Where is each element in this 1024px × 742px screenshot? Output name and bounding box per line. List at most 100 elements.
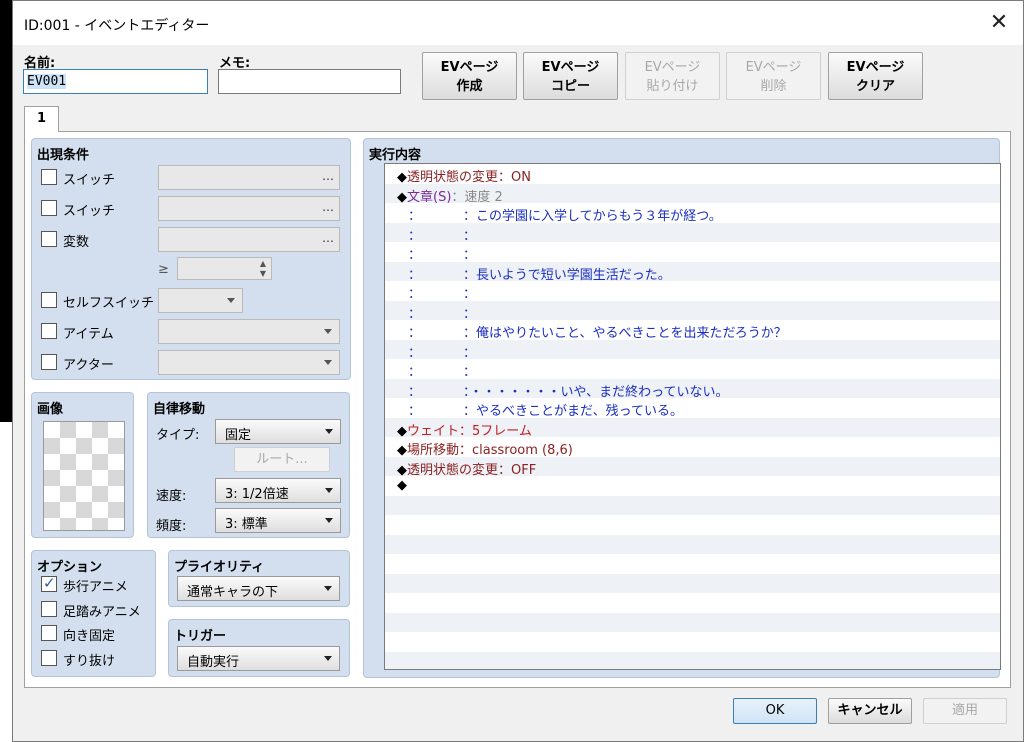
route-button[interactable]: ルート... <box>234 447 330 472</box>
ev-page-button-line1: EVページ <box>541 60 600 75</box>
ev-page-button-line1: EVページ <box>644 60 701 75</box>
through-checkbox[interactable] <box>41 650 57 666</box>
direction-fix-label: 向き固定 <box>63 629 116 644</box>
trigger-select[interactable]: 自動実行 <box>177 646 340 671</box>
type-select[interactable]: 固定 <box>215 419 341 444</box>
tab-page-1[interactable]: 1 <box>24 106 59 132</box>
switch2-picker[interactable]: … <box>158 196 340 221</box>
actor-checkbox[interactable] <box>41 354 57 370</box>
item-checkbox[interactable] <box>41 323 57 339</box>
command-row[interactable]: ： ：・・・・・・・いや、まだ終わっていない。 <box>385 378 1000 400</box>
command-row[interactable]: ：： <box>385 339 1000 361</box>
command-row[interactable]: ：： <box>385 359 1000 380</box>
ev-page-button-line2: 貼り付け <box>646 79 699 94</box>
switch2-label: スイッチ <box>63 204 116 219</box>
compare-symbol: ≥ <box>158 262 169 277</box>
item-select[interactable] <box>158 319 340 344</box>
ev-page-button-line2: コピー <box>550 79 590 94</box>
self-switch-select[interactable] <box>158 288 243 313</box>
trigger-value: 自動実行 <box>187 655 240 670</box>
command-row[interactable] <box>385 515 1000 535</box>
ev-page-button-1[interactable]: EVページ 作成 <box>422 52 517 100</box>
item-label: アイテム <box>63 327 114 342</box>
message-text: ：この学園に入学してからもう３年が経つ。 <box>463 209 722 224</box>
command-text: ◆透明状態の変更：ON <box>397 166 531 185</box>
speed-select[interactable]: 3: 1/2倍速 <box>215 478 341 503</box>
command-row[interactable]: ： ：俺はやりたいこと、やるべきことを出来ただろうか？ <box>385 320 1000 341</box>
variable-value-spinner[interactable]: ▲ ▼ <box>177 257 272 280</box>
frequency-select[interactable]: 3: 標準 <box>215 508 341 533</box>
command-row[interactable]: ：： <box>385 300 1000 322</box>
switch1-checkbox[interactable] <box>41 169 57 185</box>
cancel-button[interactable]: キャンセル <box>828 698 912 724</box>
command-text: ◆ウェイト：5フレーム <box>397 420 532 439</box>
ev-page-button-line2: クリア <box>855 79 895 94</box>
command-row[interactable] <box>385 495 1000 515</box>
name-field[interactable]: EV001 <box>23 69 208 94</box>
message-text: ： <box>463 287 477 302</box>
step-anime-checkbox[interactable] <box>41 601 57 617</box>
close-icon[interactable]: ✕ <box>985 9 1013 37</box>
command-row[interactable]: ◆ <box>385 476 1000 496</box>
spin-up-icon[interactable]: ▲ <box>260 259 266 268</box>
frequency-label: 頻度: <box>156 519 187 534</box>
more-icon: … <box>322 169 334 183</box>
more-icon: … <box>322 200 334 214</box>
ev-page-button-3[interactable]: EVページ貼り付け <box>625 52 720 100</box>
command-row[interactable]: ◆文章(S)：速度 2 <box>385 183 1000 205</box>
command-row[interactable]: ◆場所移動：classroom (8,6) <box>385 437 1000 458</box>
command-row[interactable]: ◆ウェイト：5フレーム <box>385 417 1000 439</box>
command-row[interactable] <box>385 632 1000 652</box>
command-row[interactable] <box>385 554 1000 574</box>
command-row[interactable] <box>385 573 1000 593</box>
command-text: ◆ <box>397 478 407 493</box>
type-label: タイプ: <box>156 428 200 443</box>
direction-fix-checkbox[interactable] <box>41 625 57 641</box>
image-preview[interactable] <box>43 421 125 531</box>
command-row[interactable] <box>385 651 1000 669</box>
variable-picker[interactable]: … <box>158 227 340 252</box>
chevron-down-icon <box>324 360 332 365</box>
command-list[interactable]: ◆透明状態の変更：ON ◆文章(S)：速度 2 ： ：この学園に入学してからもう３年が… <box>384 163 1001 670</box>
ev-page-button-4[interactable]: EVページ 削除 <box>726 52 821 100</box>
command-row[interactable]: ： ：この学園に入学してからもう３年が経つ。 <box>385 203 1000 224</box>
variable-checkbox[interactable] <box>41 231 57 247</box>
actor-select[interactable] <box>158 350 340 375</box>
command-row[interactable]: ：： <box>385 222 1000 244</box>
spin-down-icon[interactable]: ▼ <box>260 269 266 278</box>
command-row[interactable]: ： ：長いようで短い学園生活だった。 <box>385 261 1000 283</box>
contents-title: 実行内容 <box>369 148 422 163</box>
switch1-picker[interactable]: … <box>158 165 340 190</box>
command-row[interactable] <box>385 612 1000 632</box>
switch2-checkbox[interactable] <box>41 200 57 216</box>
ok-button[interactable]: OK <box>733 698 817 724</box>
through-label: すり抜け <box>63 654 116 669</box>
ev-page-button-2[interactable]: EVページコピー <box>523 52 618 100</box>
command-row[interactable]: ： ：やるべきことがまだ、残っている。 <box>385 398 1000 419</box>
continuation-marker: ： <box>408 209 422 224</box>
priority-value: 通常キャラの下 <box>187 585 279 600</box>
actor-label: アクター <box>63 358 114 373</box>
image-group: 画像 <box>31 392 134 538</box>
command-row[interactable]: ◆透明状態の変更：OFF <box>385 456 1000 478</box>
command-row[interactable] <box>385 534 1000 554</box>
ev-page-button-line2: 作成 <box>456 79 483 94</box>
memo-field[interactable] <box>218 69 401 94</box>
priority-select[interactable]: 通常キャラの下 <box>177 576 340 601</box>
walk-anime-checkbox[interactable] <box>41 574 57 592</box>
apply-button[interactable]: 適用 <box>923 698 1007 724</box>
command-row[interactable]: ：： <box>385 242 1000 263</box>
priority-title: プライオリティ <box>174 560 265 575</box>
command-row[interactable]: ◆透明状態の変更：ON <box>385 164 1000 185</box>
continuation-marker: ： <box>408 404 422 419</box>
command-row[interactable] <box>385 593 1000 613</box>
ev-page-button-5[interactable]: EVページクリア <box>828 52 923 100</box>
conditions-title: 出現条件 <box>37 148 90 163</box>
self-switch-checkbox[interactable] <box>41 292 57 308</box>
continuation-marker: ： <box>408 306 422 322</box>
speed-value: 3: 1/2倍速 <box>225 487 289 502</box>
ev-page-button-line1: EVページ <box>846 60 905 75</box>
window-title: ID:001 - イベントエディター <box>24 18 210 34</box>
movement-title: 自律移動 <box>153 402 206 417</box>
command-row[interactable]: ：： <box>385 281 1000 302</box>
